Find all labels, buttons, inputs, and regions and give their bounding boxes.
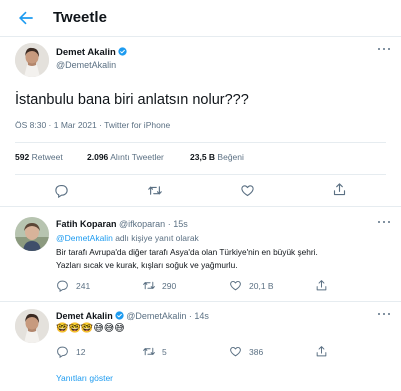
avatar[interactable]: [15, 43, 49, 77]
nerd-face-emoji: 🤓: [80, 323, 94, 334]
reply-text-line: Yazları sıcak ve kurak, kışları soğuk ve…: [56, 259, 238, 270]
retweet-count: 290: [162, 281, 177, 291]
arrow-left-icon[interactable]: [16, 8, 36, 28]
avatar[interactable]: [15, 217, 49, 251]
reply-header: Fatih Koparan @ifkoparan · 15s: [56, 219, 188, 229]
stat-value: 2.096: [87, 152, 109, 162]
sweat-smile-emoji: 😅: [114, 323, 125, 334]
reply-text: Bir tarafı Avrupa'da diğer tarafı Asya'd…: [56, 246, 386, 271]
emoji-row: 🤓🤓🤓😅😅😅: [56, 322, 125, 335]
like-icon[interactable]: [229, 279, 242, 292]
more-options-icon[interactable]: [378, 313, 390, 317]
retweet-icon[interactable]: [142, 345, 156, 358]
avatar-image: [15, 43, 49, 77]
verified-badge-icon: [115, 311, 124, 320]
reply-time[interactable]: 15s: [173, 219, 188, 229]
replying-to-text: adlı kişiye yanıt olarak: [112, 233, 199, 243]
stat-label: Alıntı Tweetler: [110, 152, 164, 162]
reply-time[interactable]: 14s: [194, 311, 209, 321]
avatar[interactable]: [15, 309, 49, 343]
share-icon[interactable]: [332, 182, 347, 197]
author-name[interactable]: Demet Akalin: [56, 311, 113, 321]
retweet-count: 5: [162, 347, 167, 357]
author-handle[interactable]: @DemetAkalin: [126, 311, 186, 321]
replying-to: @DemetAkalin adlı kişiye yanıt olarak: [56, 233, 199, 243]
sweat-smile-emoji: 😅: [93, 323, 104, 334]
like-icon[interactable]: [229, 345, 242, 358]
sweat-smile-emoji: 😅: [103, 323, 115, 334]
page-header: Tweetle: [0, 0, 401, 36]
page-title: Tweetle: [53, 9, 107, 26]
divider: [0, 301, 401, 302]
author-handle[interactable]: @ifkoparan: [119, 219, 165, 229]
stat-value: 23,5 B: [190, 152, 216, 162]
author-handle[interactable]: @DemetAkalin: [56, 60, 116, 70]
divider: [15, 174, 386, 175]
retweet-icon[interactable]: [142, 279, 156, 292]
reply-count: 12: [76, 347, 86, 357]
reply-count: 241: [76, 281, 91, 291]
stat-likes[interactable]: 23,5 B Beğeni: [190, 152, 244, 162]
reply-icon[interactable]: [56, 279, 69, 292]
divider: [0, 36, 401, 37]
author-name-text[interactable]: Demet Akalin: [56, 47, 116, 58]
nerd-face-emoji: 🤓: [68, 323, 81, 334]
verified-badge-icon: [118, 47, 127, 56]
share-icon[interactable]: [315, 279, 328, 292]
avatar-image: [15, 217, 49, 251]
reply-icon[interactable]: [56, 345, 69, 358]
stat-quote-tweets[interactable]: 2.096 Alıntı Tweetler: [87, 152, 164, 162]
separator-dot: ·: [188, 311, 192, 321]
stat-label: Beğeni: [217, 152, 244, 162]
more-options-icon[interactable]: [378, 48, 390, 52]
stat-value: 592: [15, 152, 30, 162]
nerd-face-emoji: 🤓: [56, 323, 69, 334]
author-name[interactable]: Demet Akalin: [56, 47, 127, 58]
separator-dot: ·: [167, 219, 171, 229]
show-replies-link[interactable]: Yanıtları göster: [56, 373, 113, 383]
share-icon[interactable]: [315, 345, 328, 358]
like-count: 20,1 B: [249, 281, 274, 291]
avatar-image: [15, 309, 49, 343]
retweet-icon[interactable]: [147, 183, 163, 198]
divider: [0, 206, 401, 207]
tweet-text: İstanbulu bana biri anlatsın nolur???: [15, 92, 249, 108]
like-icon[interactable]: [240, 183, 255, 198]
divider: [15, 142, 386, 143]
author-name[interactable]: Fatih Koparan: [56, 219, 117, 229]
tweet-meta[interactable]: ÖS 8:30 · 1 Mar 2021 · Twitter for iPhon…: [15, 120, 170, 130]
stat-retweets[interactable]: 592 Retweet: [15, 152, 63, 162]
stat-label: Retweet: [31, 152, 63, 162]
replying-to-handle[interactable]: @DemetAkalin: [56, 233, 113, 243]
more-options-icon[interactable]: [378, 221, 390, 225]
reply-icon[interactable]: [54, 183, 69, 198]
like-count: 386: [249, 347, 264, 357]
reply-header: Demet Akalin @DemetAkalin · 14s: [56, 311, 209, 321]
reply-text-line: Bir tarafı Avrupa'da diğer tarafı Asya'd…: [56, 247, 318, 257]
